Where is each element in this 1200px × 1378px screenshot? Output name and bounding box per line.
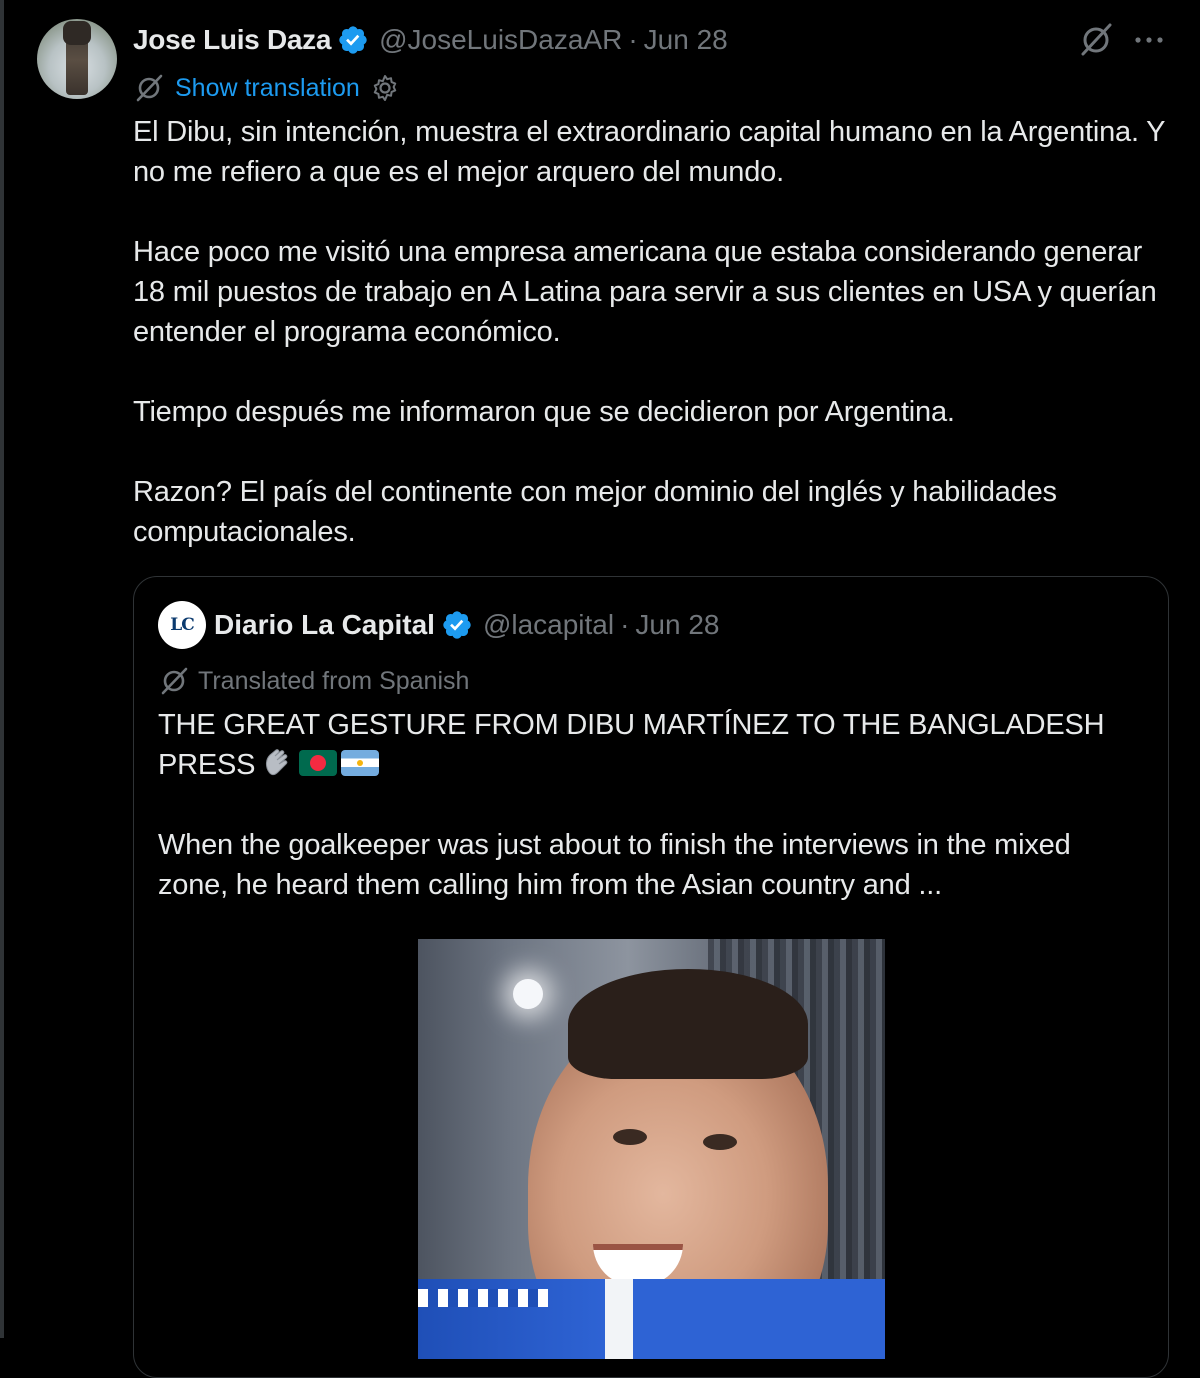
author-name[interactable]: Jose Luis Daza xyxy=(133,24,331,56)
quoted-tweet-text: THE GREAT GESTURE FROM DIBU MARTÍNEZ TO … xyxy=(158,705,1148,905)
translated-from-text: Translated from Spanish xyxy=(198,666,470,695)
avatar-statue-head xyxy=(63,21,91,45)
ceiling-light xyxy=(513,979,543,1009)
quoted-tweet-video-thumbnail[interactable] xyxy=(418,939,885,1359)
translate-icon xyxy=(161,667,188,695)
translated-from-label: Translated from Spanish xyxy=(158,663,469,699)
flag-bangladesh-icon xyxy=(299,750,338,777)
quoted-header-separator: · xyxy=(620,609,630,640)
verified-badge-icon xyxy=(339,26,367,54)
background-banner xyxy=(418,1289,548,1307)
header-separator: · xyxy=(628,24,638,55)
quoted-tweet-header: LC Diario La Capital @lacapital · Jun 28 xyxy=(158,601,720,649)
tweet-header: Jose Luis Daza @JoseLuisDazaAR · Jun 28 xyxy=(133,20,728,60)
quoted-tweet-date: Jun 28 xyxy=(635,609,720,640)
quoted-tweet-paragraph: When the goalkeeper was just about to fi… xyxy=(158,829,1071,901)
tweet-date[interactable]: Jun 28 xyxy=(644,24,728,56)
clapping-hands-icon xyxy=(266,749,288,776)
show-translation-link[interactable]: Show translation xyxy=(175,74,360,103)
gear-icon[interactable] xyxy=(370,73,400,103)
verified-badge-icon xyxy=(443,611,471,639)
more-icon[interactable] xyxy=(1132,26,1166,54)
quoted-tweet[interactable]: LC Diario La Capital @lacapital · Jun 28… xyxy=(133,576,1169,1378)
player-eye-right xyxy=(703,1134,737,1150)
author-handle[interactable]: @JoseLuisDazaAR xyxy=(379,24,622,56)
grok-icon[interactable] xyxy=(1077,21,1115,59)
player-eye-left xyxy=(613,1129,647,1145)
translate-icon xyxy=(136,74,163,102)
quoted-author-avatar: LC xyxy=(158,601,206,649)
player-hair xyxy=(568,969,808,1079)
flag-argentina-icon xyxy=(341,750,380,777)
tweet[interactable]: Jose Luis Daza @JoseLuisDazaAR · Jun 28 … xyxy=(0,0,1200,1378)
quoted-author-name: Diario La Capital xyxy=(214,609,435,640)
tweet-body: El Dibu, sin intención, muestra el extra… xyxy=(133,116,1165,548)
quoted-tweet-headline: THE GREAT GESTURE FROM DIBU MARTÍNEZ TO … xyxy=(158,705,1148,785)
quoted-author-handle: @lacapital xyxy=(482,609,615,640)
translation-row: Show translation xyxy=(133,70,400,106)
author-avatar[interactable] xyxy=(37,19,117,99)
